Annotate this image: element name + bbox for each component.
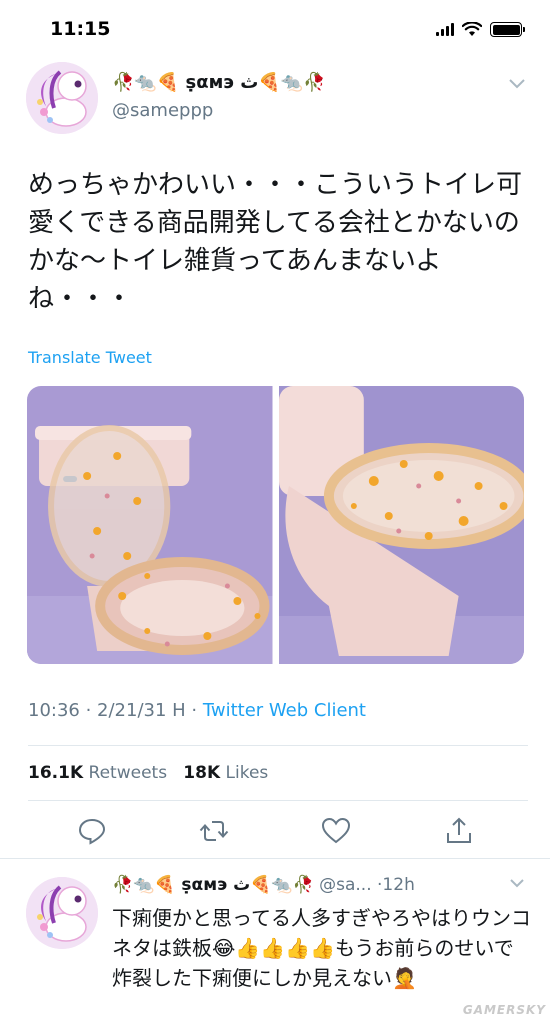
wifi-icon: [462, 22, 482, 36]
reply-avatar[interactable]: [26, 877, 98, 949]
translate-tweet-link[interactable]: Translate Tweet: [28, 348, 152, 367]
reply-time: ·12h: [377, 875, 415, 895]
likes-count[interactable]: 18K: [183, 763, 220, 783]
tweet-meta: 10:36 · 2/21/31 H · Twitter Web Client: [28, 700, 366, 721]
retweet-icon[interactable]: [198, 815, 230, 847]
reply-icon[interactable]: [76, 815, 108, 847]
tweet-separator: [0, 858, 550, 859]
toilet-photo-closed-lid[interactable]: [278, 386, 524, 664]
watermark: GAMERSKY: [462, 1003, 546, 1017]
chevron-down-icon[interactable]: [509, 878, 525, 889]
user-handle[interactable]: @sameppp: [112, 100, 213, 121]
tweet-text: めっちゃかわいい・・・こういうトイレ可愛くできる商品開発してる会社とかないのかな…: [28, 170, 523, 314]
pony-avatar-icon: [26, 877, 98, 949]
status-icons: [436, 22, 525, 37]
tweet-actions: [60, 815, 490, 849]
reply-text: 下痢便かと思ってる人多すぎやろやはりウンコネタは鉄板😂👍👍👍👍もうお前らのせいで…: [112, 906, 531, 990]
battery-icon: [490, 22, 525, 37]
retweets-label[interactable]: Retweets: [89, 763, 168, 783]
tweet-stats: 16.1K Retweets 18K Likes: [28, 763, 268, 783]
pony-avatar-icon: [26, 62, 98, 134]
display-name[interactable]: 🥀🐀🍕 ṣαмэ ث🍕🐀🥀: [112, 72, 326, 93]
heart-icon[interactable]: [320, 815, 352, 847]
reply-header: 🥀🐀🍕 ṣαмэ ث🍕🐀🥀 @sa... ·12h: [112, 875, 415, 895]
reply-display-name[interactable]: 🥀🐀🍕 ṣαмэ ث🍕🐀🥀: [112, 875, 314, 895]
toilet-photo-open-lid[interactable]: [27, 386, 273, 664]
chevron-down-icon[interactable]: [508, 78, 526, 90]
status-time: 11:15: [50, 18, 111, 40]
likes-label[interactable]: Likes: [226, 763, 269, 783]
tweet-media[interactable]: [27, 386, 524, 664]
client-link[interactable]: Twitter Web Client: [203, 700, 366, 721]
divider: [28, 800, 528, 801]
status-bar: 11:15: [0, 0, 550, 60]
reply-handle[interactable]: @sa...: [319, 875, 372, 895]
divider: [28, 745, 528, 746]
signal-icon: [436, 23, 454, 36]
share-icon[interactable]: [443, 815, 475, 847]
tweet-timestamp: 10:36 · 2/21/31 H ·: [28, 700, 203, 721]
retweets-count[interactable]: 16.1K: [28, 763, 83, 783]
avatar[interactable]: [26, 62, 98, 134]
